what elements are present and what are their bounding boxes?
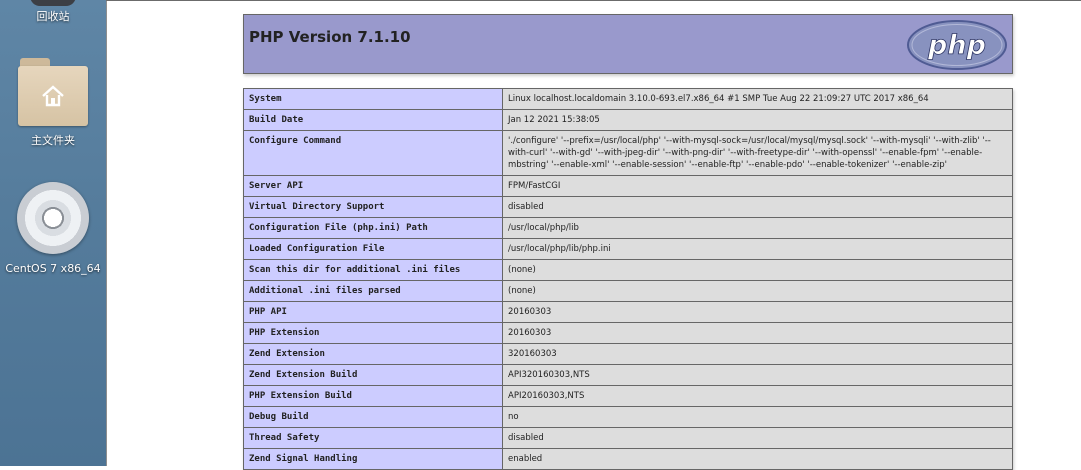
window-border bbox=[106, 0, 1081, 1]
info-value-cell: FPM/FastCGI bbox=[502, 175, 1013, 197]
table-row: Configuration File (php.ini) Path/usr/lo… bbox=[243, 217, 1013, 239]
info-value-cell: API20160303,NTS bbox=[502, 385, 1013, 407]
table-row: Build Date Jan 12 2021 15:38:05 bbox=[243, 109, 1013, 131]
table-row: Additional .ini files parsed (none) bbox=[243, 280, 1013, 302]
desktop-icon-trash[interactable]: 回收站 bbox=[0, 10, 106, 24]
table-row: Scan this dir for additional .ini files(… bbox=[243, 259, 1013, 281]
table-row: Debug Build no bbox=[243, 406, 1013, 428]
page-title: PHP Version 7.1.10 bbox=[249, 28, 411, 46]
info-value-cell: API320160303,NTS bbox=[502, 364, 1013, 386]
info-value-cell: 20160303 bbox=[502, 322, 1013, 344]
table-row: Thread Safety disabled bbox=[243, 427, 1013, 449]
table-row: PHP Extension 20160303 bbox=[243, 322, 1013, 344]
desktop-icon-label: 主文件夹 bbox=[31, 134, 75, 147]
table-row: PHP Extension Build API20160303,NTS bbox=[243, 385, 1013, 407]
info-key-cell: Build Date bbox=[243, 109, 503, 131]
info-key-cell: Zend Extension Build bbox=[243, 364, 503, 386]
info-value-cell: no bbox=[502, 406, 1013, 428]
info-value-cell: (none) bbox=[502, 259, 1013, 281]
info-value-cell: /usr/local/php/lib/php.ini bbox=[502, 238, 1013, 260]
table-row: Server API FPM/FastCGI bbox=[243, 175, 1013, 197]
php-info-table: System Linux localhost.localdomain 3.10.0… bbox=[243, 88, 1013, 470]
info-key-cell: Loaded Configuration File bbox=[243, 238, 503, 260]
info-key-cell: Configuration File (php.ini) Path bbox=[243, 217, 503, 239]
info-value-cell: disabled bbox=[502, 196, 1013, 218]
info-value-cell: (none) bbox=[502, 280, 1013, 302]
desktop-icon-home-folder[interactable]: 主文件夹 bbox=[0, 58, 106, 148]
info-key-cell: Configure Command bbox=[243, 130, 503, 176]
info-key-cell: Debug Build bbox=[243, 406, 503, 428]
desktop-icon-label: CentOS 7 x86_64 bbox=[5, 262, 101, 275]
table-row: Zend Extension Build API320160303,NTS bbox=[243, 364, 1013, 386]
info-key-cell: Zend Signal Handling bbox=[243, 448, 503, 470]
info-key-cell: Virtual Directory Support bbox=[243, 196, 503, 218]
info-key-cell: Scan this dir for additional .ini files bbox=[243, 259, 503, 281]
info-key-cell: Zend Extension bbox=[243, 343, 503, 365]
info-key-cell: PHP Extension bbox=[243, 322, 503, 344]
disc-icon[interactable] bbox=[17, 182, 89, 254]
table-row: Virtual Directory Support disabled bbox=[243, 196, 1013, 218]
info-value-cell: Jan 12 2021 15:38:05 bbox=[502, 109, 1013, 131]
info-value-cell: Linux localhost.localdomain 3.10.0-693.e… bbox=[502, 88, 1013, 110]
info-key-cell: Thread Safety bbox=[243, 427, 503, 449]
home-folder-icon[interactable] bbox=[18, 58, 88, 126]
info-key-cell: Additional .ini files parsed bbox=[243, 280, 503, 302]
info-key-cell: System bbox=[243, 88, 503, 110]
info-value-cell: './configure' '--prefix=/usr/local/php' … bbox=[502, 130, 1013, 176]
desktop-icon-label: 回收站 bbox=[36, 10, 70, 23]
php-logo-text: php bbox=[927, 30, 986, 61]
php-version-header: PHP Version 7.1.10 php bbox=[243, 14, 1013, 74]
info-value-cell: /usr/local/php/lib bbox=[502, 217, 1013, 239]
table-row: PHP API 20160303 bbox=[243, 301, 1013, 323]
window-border bbox=[106, 0, 107, 466]
php-logo-icon[interactable]: php bbox=[906, 19, 1008, 71]
info-value-cell: 320160303 bbox=[502, 343, 1013, 365]
info-key-cell: PHP API bbox=[243, 301, 503, 323]
info-value-cell: disabled bbox=[502, 427, 1013, 449]
table-row: System Linux localhost.localdomain 3.10.0… bbox=[243, 88, 1013, 110]
desktop-icon-cdrom[interactable]: CentOS 7 x86_64 bbox=[0, 182, 106, 276]
info-value-cell: enabled bbox=[502, 448, 1013, 470]
info-key-cell: PHP Extension Build bbox=[243, 385, 503, 407]
info-key-cell: Server API bbox=[243, 175, 503, 197]
desktop-sidebar: 回收站 主文件夹 CentOS 7 x86_64 bbox=[0, 0, 106, 466]
trash-icon[interactable] bbox=[30, 0, 76, 6]
table-row: Configure Command './configure' '--prefix… bbox=[243, 130, 1013, 176]
table-row: Loaded Configuration File/usr/local/php/… bbox=[243, 238, 1013, 260]
table-row: Zend Extension 320160303 bbox=[243, 343, 1013, 365]
table-row: Zend Signal Handling enabled bbox=[243, 448, 1013, 470]
info-value-cell: 20160303 bbox=[502, 301, 1013, 323]
